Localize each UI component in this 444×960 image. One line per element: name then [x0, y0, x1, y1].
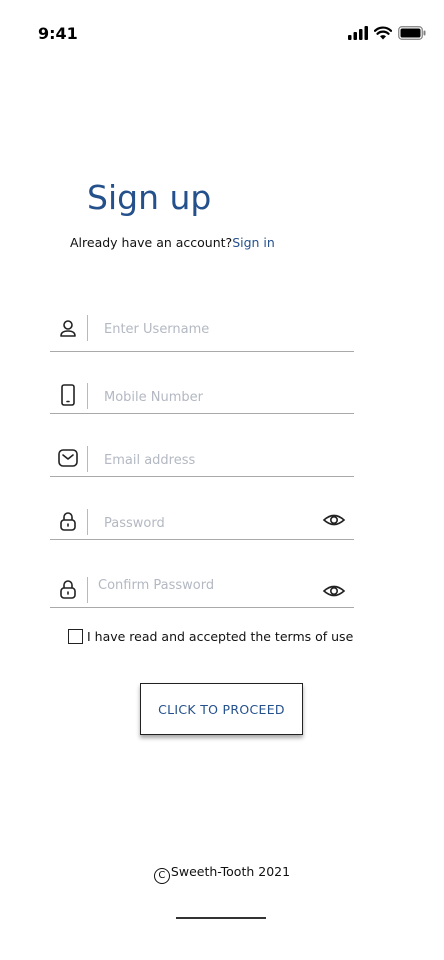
wifi-icon	[374, 26, 392, 40]
status-icons	[348, 24, 426, 42]
field-divider	[87, 509, 88, 535]
password-input[interactable]	[104, 511, 314, 535]
lock-icon	[60, 580, 76, 599]
battery-icon	[398, 26, 426, 40]
field-divider	[87, 383, 88, 409]
footer-text: Sweeth-Tooth 2021	[170, 864, 291, 879]
home-indicator	[176, 917, 266, 919]
status-bar: 9:41	[0, 0, 444, 60]
terms-checkbox[interactable]	[68, 628, 83, 644]
username-input[interactable]	[104, 317, 314, 341]
signin-link[interactable]: Sign in	[232, 235, 275, 250]
user-icon	[60, 320, 76, 337]
cellular-signal-icon	[348, 26, 368, 40]
proceed-button[interactable]: CLICK TO PROCEED	[140, 683, 303, 735]
phone-icon	[61, 384, 75, 406]
terms-row: I have read and accepted the terms of us…	[68, 626, 353, 646]
confirm-password-input[interactable]	[98, 573, 308, 597]
status-time: 9:41	[38, 24, 78, 43]
account-prompt-text: Already have an account?	[70, 235, 233, 250]
password-field	[50, 495, 354, 540]
field-divider	[87, 577, 88, 603]
field-divider	[87, 315, 88, 341]
username-field	[50, 307, 354, 352]
confirm-password-field	[50, 563, 354, 608]
eye-icon[interactable]	[322, 508, 346, 532]
field-divider	[87, 446, 88, 472]
eye-icon[interactable]	[322, 579, 346, 603]
footer: C Sweeth-Tooth 2021	[0, 864, 444, 884]
mobile-input[interactable]	[104, 385, 314, 409]
page-title: Sign up	[87, 178, 212, 217]
email-field	[50, 432, 354, 477]
mail-icon	[58, 449, 78, 467]
lock-icon	[60, 512, 76, 531]
copyright-icon: C	[153, 868, 170, 884]
account-prompt: Already have an account?Sign in	[70, 235, 275, 250]
mobile-field	[50, 369, 354, 414]
terms-label: I have read and accepted the terms of us…	[87, 628, 354, 644]
email-input[interactable]	[104, 448, 314, 472]
